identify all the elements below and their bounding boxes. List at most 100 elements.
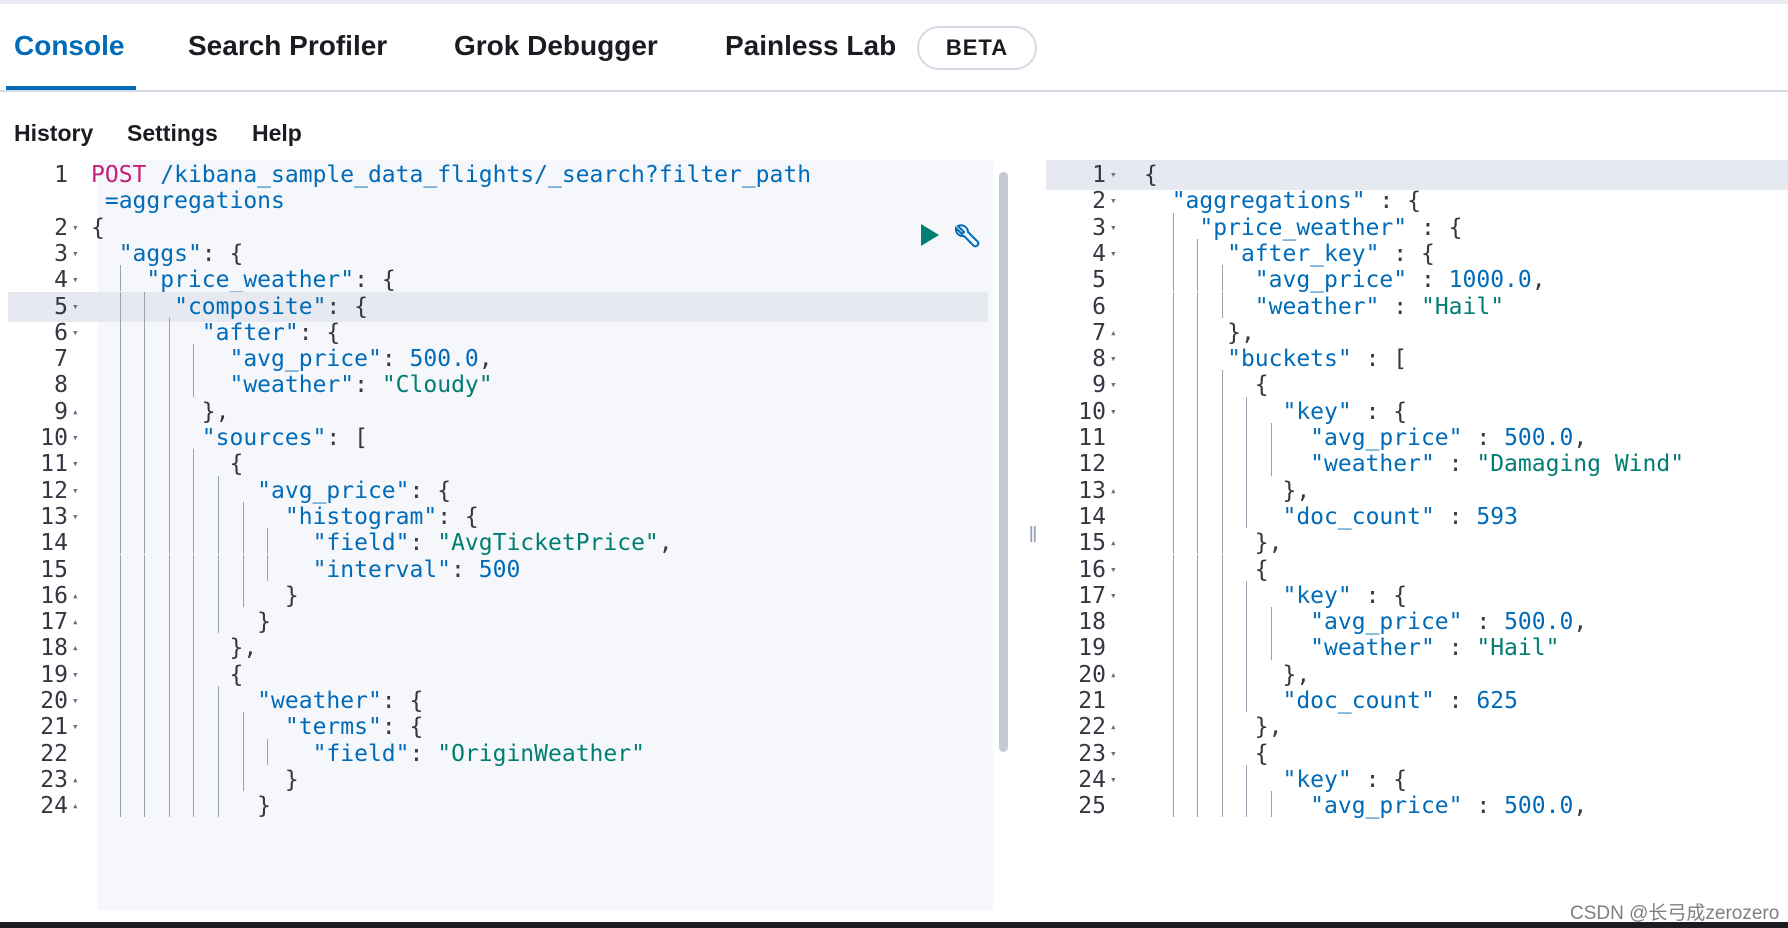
indent-guide xyxy=(168,528,170,555)
indent-guide xyxy=(1246,764,1248,792)
indent-guide xyxy=(144,607,146,634)
indent-guide xyxy=(1221,449,1223,476)
request-scrollbar[interactable] xyxy=(999,172,1008,752)
indent-guide xyxy=(1271,791,1272,818)
indent-guide xyxy=(1172,370,1174,397)
indent-guide xyxy=(144,317,146,345)
tab-search-profiler[interactable]: Search Profiler xyxy=(188,30,387,62)
indent-guide xyxy=(1197,501,1199,529)
menu-settings[interactable]: Settings xyxy=(127,120,218,147)
fold-collapse-icon[interactable]: ▾ xyxy=(1110,397,1117,427)
bottom-bar xyxy=(0,922,1788,928)
indent-guide xyxy=(1172,791,1174,818)
watermark: CSDN @长弓成zerozero xyxy=(1570,903,1780,924)
fold-expand-icon[interactable]: ▴ xyxy=(1110,660,1117,690)
indent-guide xyxy=(193,659,195,686)
indent-guide xyxy=(242,764,244,792)
indent-guide xyxy=(1271,449,1272,476)
indent-guide xyxy=(1221,580,1223,608)
fold-collapse-icon[interactable]: ▾ xyxy=(72,318,79,348)
indent-guide xyxy=(1221,475,1223,502)
app-tabs: Console Search Profiler Grok Debugger Pa… xyxy=(0,4,1788,92)
indent-guide xyxy=(1246,396,1248,423)
indent-guide xyxy=(1246,580,1248,608)
indent-guide xyxy=(218,607,219,634)
indent-guide xyxy=(1197,607,1199,634)
indent-guide xyxy=(1197,712,1199,739)
indent-guide xyxy=(1197,764,1199,792)
fold-collapse-icon[interactable]: ▾ xyxy=(72,502,79,532)
indent-guide xyxy=(168,475,170,502)
fold-collapse-icon[interactable]: ▾ xyxy=(1110,765,1117,795)
indent-guide xyxy=(1246,449,1248,476)
indent-guide xyxy=(267,554,269,581)
indent-guide xyxy=(119,580,121,608)
indent-guide xyxy=(242,712,244,739)
indent-guide xyxy=(193,607,195,634)
indent-guide xyxy=(168,501,170,529)
tab-console[interactable]: Console xyxy=(14,30,124,62)
indent-guide xyxy=(119,423,121,450)
indent-guide xyxy=(1197,396,1199,423)
fold-collapse-icon[interactable]: ▾ xyxy=(72,712,79,742)
indent-guide xyxy=(144,764,146,792)
indent-guide xyxy=(193,712,195,739)
indent-guide xyxy=(1221,738,1223,765)
indent-guide xyxy=(119,554,121,581)
indent-guide xyxy=(1172,396,1174,423)
menu-history[interactable]: History xyxy=(14,120,93,147)
play-icon[interactable] xyxy=(921,224,939,246)
indent-guide xyxy=(1197,238,1199,266)
indent-guide xyxy=(168,423,170,450)
indent-guide xyxy=(119,501,121,529)
code-line: =aggregations xyxy=(104,188,285,215)
indent-guide xyxy=(168,791,170,818)
indent-guide xyxy=(1197,265,1199,292)
indent-guide xyxy=(1221,265,1223,292)
indent-guide xyxy=(144,396,146,423)
tab-painless-lab[interactable]: Painless Lab xyxy=(725,30,896,62)
indent-guide xyxy=(168,317,170,345)
indent-guide xyxy=(168,607,170,634)
indent-guide xyxy=(1221,686,1223,713)
indent-guide xyxy=(1172,265,1174,292)
menu-help[interactable]: Help xyxy=(252,120,302,147)
code-line: "avg_price" : 500.0, xyxy=(1310,793,1588,820)
indent-guide xyxy=(193,738,195,765)
indent-guide xyxy=(119,659,121,686)
indent-guide xyxy=(1221,528,1223,555)
indent-guide xyxy=(242,501,244,529)
drag-handle-icon[interactable]: ‖ xyxy=(1020,160,1046,910)
indent-guide xyxy=(193,686,195,713)
code-line: } xyxy=(257,793,272,820)
tab-grok-debugger[interactable]: Grok Debugger xyxy=(454,30,658,62)
indent-guide xyxy=(193,528,195,555)
indent-guide xyxy=(119,449,121,476)
indent-guide xyxy=(218,686,219,713)
indent-guide xyxy=(1172,291,1174,318)
wrench-icon[interactable] xyxy=(952,222,982,252)
indent-guide xyxy=(1172,686,1174,713)
indent-guide xyxy=(119,475,121,502)
indent-guide xyxy=(1271,607,1272,634)
indent-guide xyxy=(1246,475,1248,502)
fold-collapse-icon[interactable]: ▾ xyxy=(1110,581,1117,611)
request-editor[interactable]: 1 POST /kibana_sample_data_flights/_searc… xyxy=(8,160,1008,910)
fold-expand-icon[interactable]: ▴ xyxy=(72,791,79,821)
indent-guide xyxy=(218,528,219,555)
indent-guide xyxy=(1221,633,1223,660)
fold-collapse-icon[interactable]: ▾ xyxy=(1110,239,1117,269)
indent-guide xyxy=(1197,528,1199,555)
indent-guide xyxy=(1172,712,1174,739)
indent-guide xyxy=(1172,423,1174,450)
fold-expand-icon[interactable]: ▴ xyxy=(1110,476,1117,506)
indent-guide xyxy=(1197,633,1199,660)
indent-guide xyxy=(1172,475,1174,502)
indent-guide xyxy=(218,764,219,792)
indent-guide xyxy=(267,528,269,555)
indent-guide xyxy=(119,265,121,292)
indent-guide xyxy=(218,712,219,739)
indent-guide xyxy=(193,764,195,792)
indent-guide xyxy=(1246,791,1248,818)
indent-guide xyxy=(1172,607,1174,634)
